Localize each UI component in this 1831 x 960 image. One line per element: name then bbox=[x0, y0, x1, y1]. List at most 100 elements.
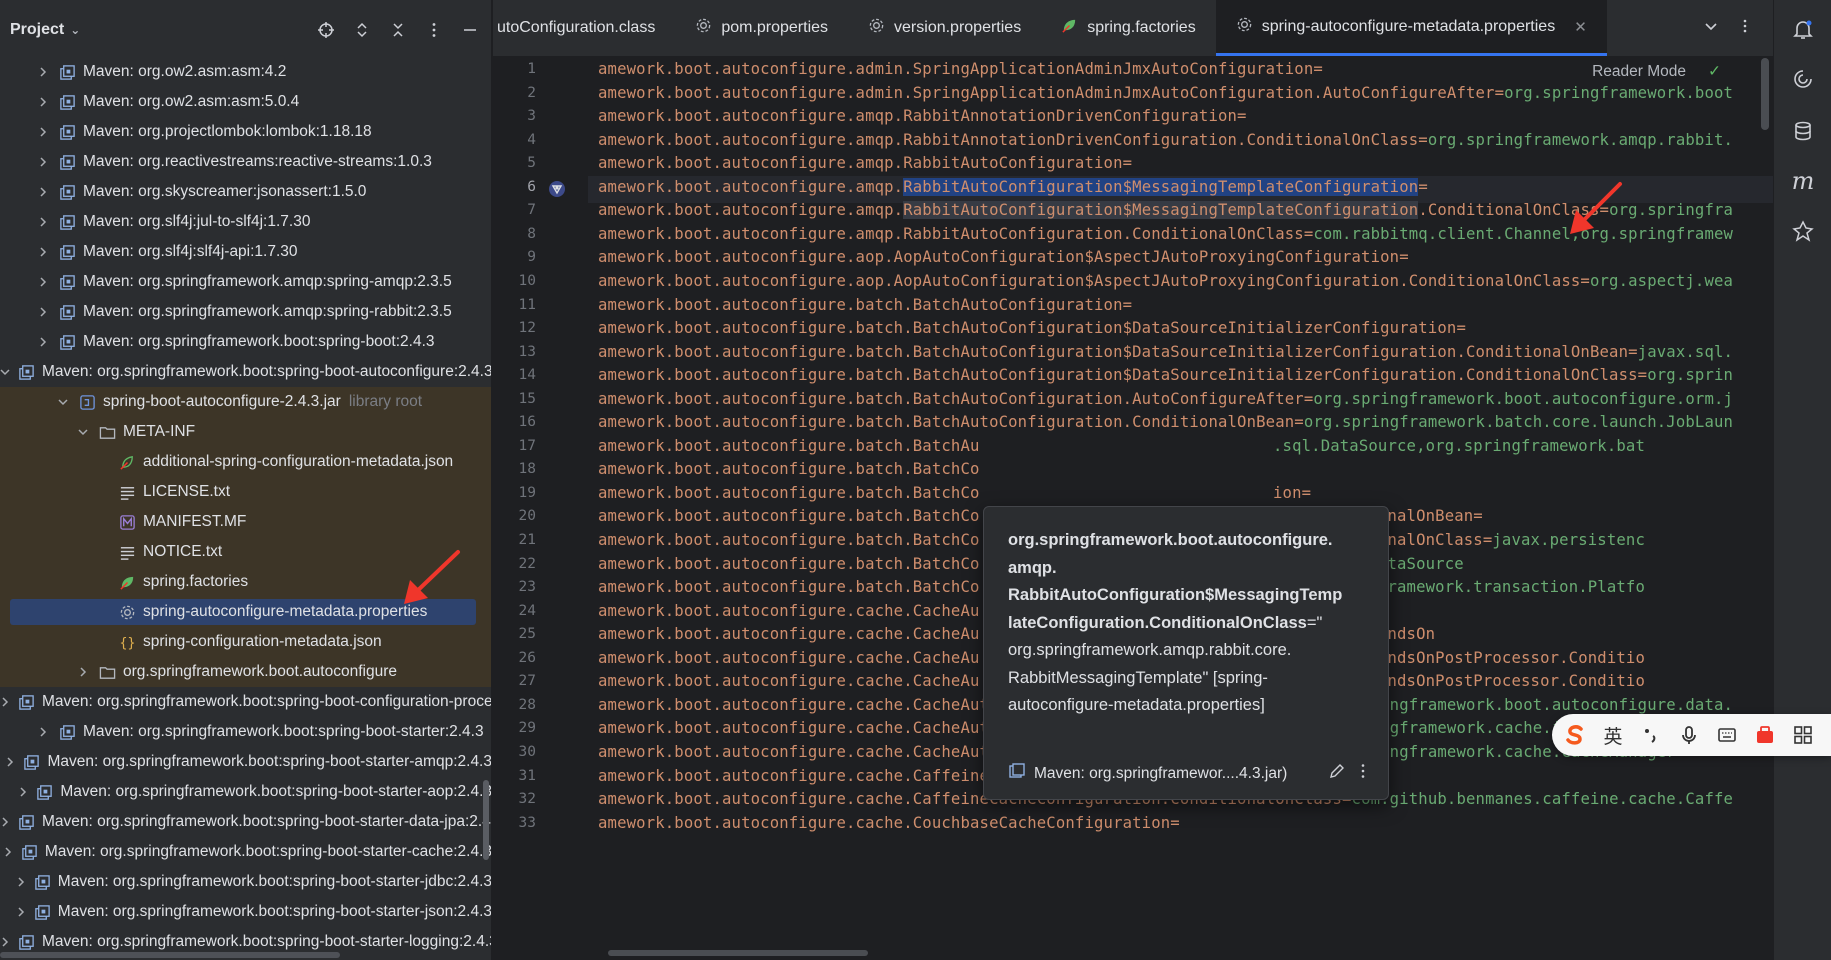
code-line[interactable]: amework.boot.autoconfigure.amqp.RabbitAn… bbox=[598, 107, 1247, 125]
code-line[interactable]: amework.boot.autoconfigure.batch.BatchAu… bbox=[598, 366, 1733, 384]
database-icon[interactable] bbox=[1790, 118, 1816, 144]
line-number[interactable]: 12 bbox=[496, 320, 536, 336]
code-line[interactable]: amework.boot.autoconfigure.batch.BatchAu bbox=[598, 437, 980, 455]
tree-item[interactable]: Maven: org.springframework.amqp:spring-a… bbox=[0, 267, 491, 297]
editor-horizontal-scrollbar[interactable] bbox=[608, 950, 868, 956]
chevron-right-icon[interactable] bbox=[36, 725, 50, 739]
line-number[interactable]: 22 bbox=[496, 556, 536, 572]
maven-icon[interactable]: m bbox=[1790, 167, 1816, 195]
code-line[interactable]: amework.boot.autoconfigure.batch.BatchAu… bbox=[598, 413, 1733, 431]
tree-item[interactable]: Maven: org.reactivestreams:reactive-stre… bbox=[0, 147, 491, 177]
tree-item[interactable]: Maven: org.projectlombok:lombok:1.18.18 bbox=[0, 117, 491, 147]
line-number[interactable]: 16 bbox=[496, 414, 536, 430]
code-line[interactable]: amework.boot.autoconfigure.cache.CacheAu bbox=[598, 672, 980, 690]
hide-icon[interactable] bbox=[459, 19, 481, 41]
line-number[interactable]: 21 bbox=[496, 532, 536, 548]
expand-all-icon[interactable] bbox=[351, 19, 373, 41]
tab-version-properties[interactable]: version.properties bbox=[848, 0, 1041, 56]
code-line-tail[interactable]: ion= bbox=[1273, 484, 1311, 502]
tab-spring-factories[interactable]: spring.factories bbox=[1041, 0, 1216, 56]
chevron-right-icon[interactable] bbox=[3, 845, 13, 859]
line-number-gutter[interactable]: 1 2 3 4 5 6 7 8 9 10 11 12 13 14 15 16 17 18 19 20 21 22 23 24 2… bbox=[493, 58, 588, 960]
line-number[interactable]: 6 bbox=[496, 179, 536, 195]
tree-item[interactable]: Maven: org.springframework.boot:spring-b… bbox=[0, 747, 491, 777]
tree-item[interactable]: Maven: org.slf4j:slf4j-api:1.7.30 bbox=[0, 237, 491, 267]
line-number[interactable]: 7 bbox=[496, 202, 536, 218]
chevron-right-icon[interactable] bbox=[36, 215, 50, 229]
chevron-down-icon[interactable] bbox=[76, 425, 90, 439]
code-line[interactable]: amework.boot.autoconfigure.cache.CacheAu bbox=[598, 649, 980, 667]
tree-item[interactable]: Maven: org.skyscreamer:jsonassert:1.5.0 bbox=[0, 177, 491, 207]
editor-scrollbar[interactable] bbox=[1761, 58, 1769, 130]
punctuation-icon[interactable] bbox=[1638, 722, 1664, 748]
tree-item[interactable]: META-INF bbox=[0, 417, 491, 447]
line-number[interactable]: 25 bbox=[496, 626, 536, 642]
line-number[interactable]: 33 bbox=[496, 815, 536, 831]
line-number[interactable]: 11 bbox=[496, 297, 536, 313]
chevron-right-icon[interactable] bbox=[36, 125, 50, 139]
reader-mode-toggle[interactable]: Reader Mode ✓ bbox=[1592, 62, 1721, 81]
more-icon[interactable] bbox=[423, 19, 445, 41]
tree-item[interactable]: Maven: org.ow2.asm:asm:4.2 bbox=[0, 57, 491, 87]
line-number[interactable]: 10 bbox=[496, 273, 536, 289]
tree-item[interactable]: Maven: org.springframework.boot:spring-b… bbox=[0, 357, 491, 387]
chevron-right-icon[interactable] bbox=[36, 275, 50, 289]
code-line[interactable]: amework.boot.autoconfigure.amqp.RabbitAu… bbox=[598, 177, 1428, 196]
chevron-right-icon[interactable] bbox=[36, 245, 50, 259]
line-number[interactable]: 5 bbox=[496, 155, 536, 171]
code-line[interactable]: amework.boot.autoconfigure.admin.SpringA… bbox=[598, 84, 1733, 102]
code-line[interactable]: amework.boot.autoconfigure.cache.CacheAu bbox=[598, 602, 980, 620]
line-number[interactable]: 3 bbox=[496, 108, 536, 124]
tree-horizontal-scrollbar[interactable] bbox=[0, 952, 340, 958]
locate-icon[interactable] bbox=[315, 19, 337, 41]
code-line[interactable]: amework.boot.autoconfigure.admin.SpringA… bbox=[598, 60, 1323, 78]
tree-item[interactable]: Maven: org.springframework.boot:spring-b… bbox=[0, 687, 491, 717]
line-number[interactable]: 17 bbox=[496, 438, 536, 454]
tree-item[interactable]: MANIFEST.MF bbox=[0, 507, 491, 537]
chevron-right-icon[interactable] bbox=[18, 785, 28, 799]
tree-item[interactable]: Maven: org.springframework.boot:spring-b… bbox=[0, 777, 491, 807]
chevron-down-icon[interactable] bbox=[0, 365, 10, 379]
code-line[interactable]: amework.boot.autoconfigure.aop.AopAutoCo… bbox=[598, 272, 1733, 290]
plugin-icon[interactable] bbox=[1790, 218, 1816, 244]
code-line[interactable]: amework.boot.autoconfigure.cache.Couchba… bbox=[598, 814, 1180, 832]
microphone-icon[interactable] bbox=[1676, 722, 1702, 748]
chevron-right-icon[interactable] bbox=[36, 65, 50, 79]
tree-item[interactable]: additional-spring-configuration-metadata… bbox=[0, 447, 491, 477]
tree-item[interactable]: Maven: org.springframework.boot:spring-b… bbox=[0, 327, 491, 357]
chevron-right-icon[interactable] bbox=[36, 185, 50, 199]
keyboard-icon[interactable] bbox=[1714, 722, 1740, 748]
code-line[interactable]: amework.boot.autoconfigure.batch.BatchAu… bbox=[598, 319, 1466, 337]
tree-item[interactable]: Maven: org.springframework.amqp:spring-r… bbox=[0, 297, 491, 327]
line-number[interactable]: 18 bbox=[496, 461, 536, 477]
tab-pom-properties[interactable]: pom.properties bbox=[675, 0, 848, 56]
line-number[interactable]: 23 bbox=[496, 579, 536, 595]
library-source-link[interactable]: Maven: org.springframewor....4.3.jar) bbox=[1034, 765, 1287, 783]
collapse-all-icon[interactable] bbox=[387, 19, 409, 41]
chevron-right-icon[interactable] bbox=[36, 95, 50, 109]
code-line[interactable]: amework.boot.autoconfigure.batch.BatchCo bbox=[598, 578, 980, 596]
line-number[interactable]: 4 bbox=[496, 132, 536, 148]
line-number[interactable]: 19 bbox=[496, 485, 536, 501]
tree-item[interactable]: Maven: org.springframework.boot:spring-b… bbox=[0, 837, 491, 867]
line-number[interactable]: 15 bbox=[496, 391, 536, 407]
code-line[interactable]: amework.boot.autoconfigure.batch.BatchAu… bbox=[598, 390, 1733, 408]
sogou-logo-icon[interactable] bbox=[1562, 722, 1588, 748]
code-line[interactable]: amework.boot.autoconfigure.batch.BatchCo bbox=[598, 555, 980, 573]
chevron-down-icon[interactable] bbox=[56, 395, 70, 409]
code-line-tail[interactable]: .sql.DataSource,org.springframework.bat bbox=[1273, 437, 1645, 455]
code-line[interactable]: amework.boot.autoconfigure.batch.BatchAu… bbox=[598, 296, 1132, 314]
notifications-icon[interactable] bbox=[1790, 16, 1816, 42]
code-line[interactable]: amework.boot.autoconfigure.batch.BatchCo bbox=[598, 531, 980, 549]
more-icon[interactable] bbox=[1354, 762, 1372, 785]
line-number[interactable]: 26 bbox=[496, 650, 536, 666]
close-icon[interactable]: ✕ bbox=[1574, 18, 1587, 36]
line-number[interactable]: 20 bbox=[496, 508, 536, 524]
line-number[interactable]: 8 bbox=[496, 226, 536, 242]
line-number[interactable]: 9 bbox=[496, 249, 536, 265]
line-number[interactable]: 24 bbox=[496, 603, 536, 619]
chevron-right-icon[interactable] bbox=[0, 695, 10, 709]
tree-item[interactable]: {} spring-configuration-metadata.json bbox=[0, 627, 491, 657]
code-line[interactable]: amework.boot.autoconfigure.amqp.RabbitAn… bbox=[598, 131, 1733, 149]
chevron-right-icon[interactable] bbox=[16, 905, 26, 919]
